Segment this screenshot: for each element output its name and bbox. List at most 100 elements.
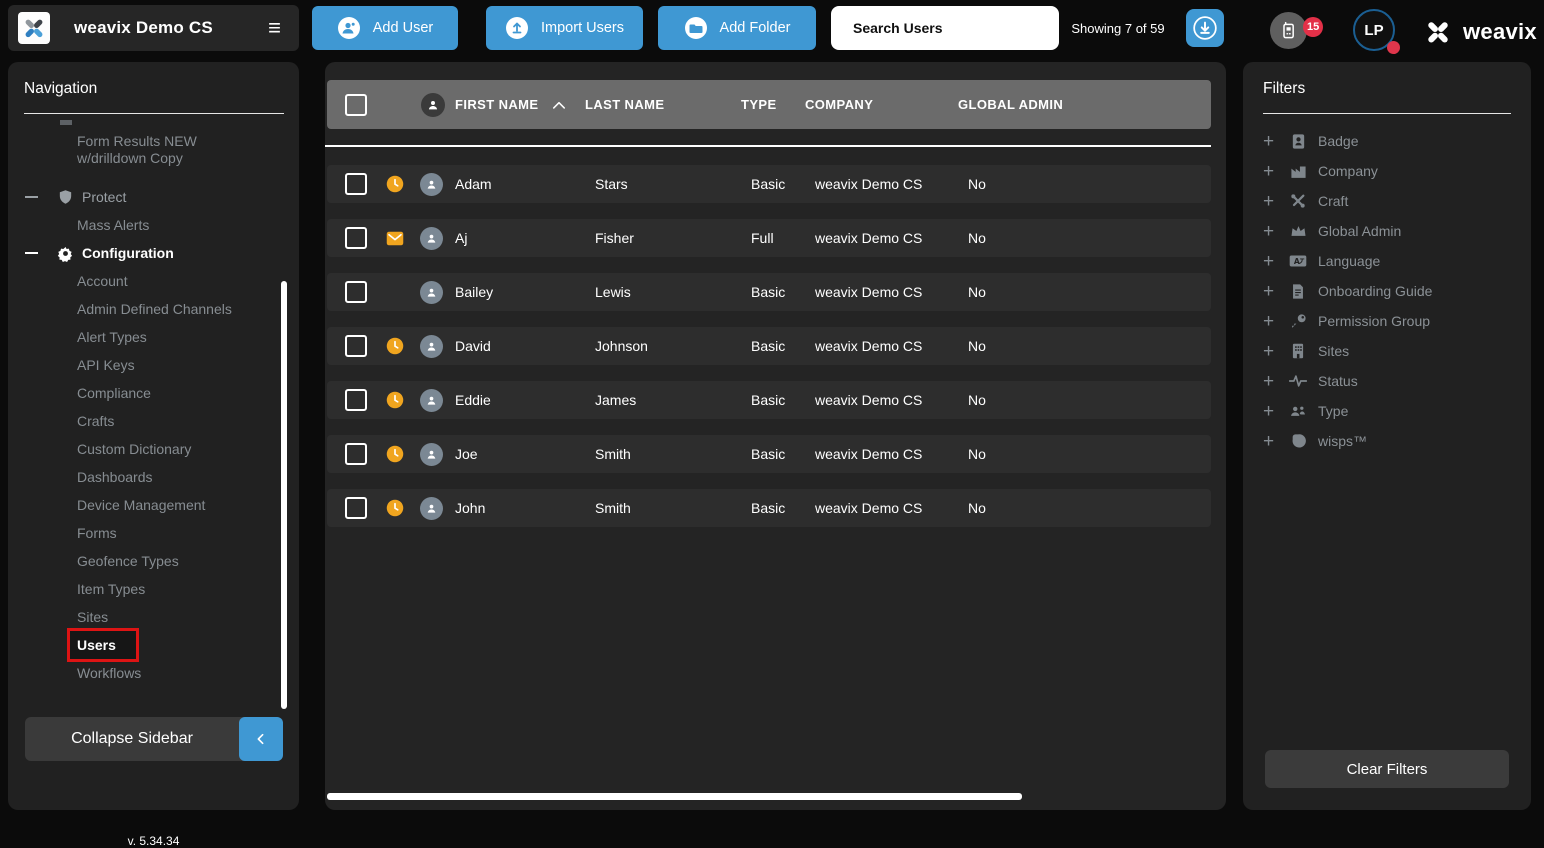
- collapse-sidebar-button[interactable]: Collapse Sidebar: [25, 717, 283, 761]
- cell-type: Basic: [751, 338, 815, 354]
- download-button[interactable]: [1186, 9, 1224, 47]
- svg-text:A: A: [1294, 257, 1300, 266]
- cell-global-admin: No: [968, 392, 1211, 408]
- table-row[interactable]: Adam Stars Basic weavix Demo CS No: [327, 165, 1211, 203]
- plus-icon[interactable]: +: [1263, 372, 1279, 391]
- nav-item-compliance[interactable]: Compliance: [8, 379, 289, 407]
- search-input[interactable]: [853, 20, 1049, 36]
- nav-item-crafts[interactable]: Crafts: [8, 407, 289, 435]
- filter-label: Sites: [1318, 343, 1349, 359]
- row-checkbox[interactable]: [345, 389, 367, 411]
- column-header-last-name[interactable]: LAST NAME: [585, 97, 741, 112]
- filter-global-admin[interactable]: + Global Admin: [1243, 216, 1531, 246]
- filter-permission-group[interactable]: + Permission Group: [1243, 306, 1531, 336]
- nav-item-alert-types[interactable]: Alert Types: [8, 323, 289, 351]
- avatar: [420, 497, 443, 520]
- column-header-company[interactable]: COMPANY: [805, 97, 958, 112]
- filter-sites[interactable]: + Sites: [1243, 336, 1531, 366]
- filter-status[interactable]: + Status: [1243, 366, 1531, 396]
- cell-global-admin: No: [968, 284, 1211, 300]
- table-row[interactable]: Joe Smith Basic weavix Demo CS No: [327, 435, 1211, 473]
- add-user-button[interactable]: Add User: [312, 6, 458, 50]
- plus-icon[interactable]: +: [1263, 192, 1279, 211]
- nav-item-dashboards[interactable]: Dashboards: [8, 463, 289, 491]
- version-label: v. 5.34.34: [8, 834, 299, 848]
- pulse-icon: [1289, 374, 1307, 388]
- plus-icon[interactable]: +: [1263, 282, 1279, 301]
- nav-item-forms[interactable]: Forms: [8, 519, 289, 547]
- row-checkbox[interactable]: [345, 173, 367, 195]
- nav-item-account[interactable]: Account: [8, 267, 289, 295]
- nav-item-form-results[interactable]: Form Results NEW w/drilldown Copy: [8, 131, 238, 167]
- filter-badge[interactable]: + Badge: [1243, 126, 1531, 156]
- navigation-title: Navigation: [24, 80, 97, 98]
- plus-icon[interactable]: +: [1263, 252, 1279, 271]
- filter-language[interactable]: + A Language: [1243, 246, 1531, 276]
- nav-group-protect[interactable]: Protect: [8, 183, 289, 211]
- row-checkbox[interactable]: [345, 443, 367, 465]
- cell-company: weavix Demo CS: [815, 500, 968, 516]
- sort-asc-icon[interactable]: [552, 100, 566, 110]
- select-all-checkbox[interactable]: [345, 94, 367, 116]
- row-checkbox[interactable]: [345, 335, 367, 357]
- column-header-first-name[interactable]: FIRST NAME: [455, 97, 538, 112]
- column-header-type[interactable]: TYPE: [741, 97, 805, 112]
- cell-first-name: Aj: [455, 230, 595, 246]
- filter-onboarding-guide[interactable]: + Onboarding Guide: [1243, 276, 1531, 306]
- menu-icon[interactable]: ≡: [268, 17, 281, 39]
- plus-icon[interactable]: +: [1263, 312, 1279, 331]
- plus-icon[interactable]: +: [1263, 132, 1279, 151]
- row-checkbox[interactable]: [345, 227, 367, 249]
- cell-first-name: Joe: [455, 446, 595, 462]
- filter-wisps[interactable]: + wisps™: [1243, 426, 1531, 456]
- plus-icon[interactable]: +: [1263, 222, 1279, 241]
- nav-item-api-keys[interactable]: API Keys: [8, 351, 289, 379]
- cell-last-name: Smith: [595, 500, 751, 516]
- shield-icon: [57, 188, 74, 206]
- nav-item-users[interactable]: Users: [8, 631, 289, 659]
- table-row[interactable]: John Smith Basic weavix Demo CS No: [327, 489, 1211, 527]
- table-row[interactable]: Aj Fisher Full weavix Demo CS No: [327, 219, 1211, 257]
- collapse-dash-icon[interactable]: [25, 252, 38, 254]
- filter-type[interactable]: + Type: [1243, 396, 1531, 426]
- plus-icon[interactable]: +: [1263, 342, 1279, 361]
- filter-label: wisps™: [1318, 433, 1367, 449]
- nav-group-label: Configuration: [82, 245, 174, 261]
- users-highlight-box[interactable]: Users: [67, 628, 139, 662]
- nav-item-sites[interactable]: Sites: [8, 603, 289, 631]
- filter-craft[interactable]: + Craft: [1243, 186, 1531, 216]
- sidebar-scrollbar[interactable]: [281, 281, 287, 709]
- nav-item-geofence-types[interactable]: Geofence Types: [8, 547, 289, 575]
- table-row[interactable]: Bailey Lewis Basic weavix Demo CS No: [327, 273, 1211, 311]
- avatar: [420, 389, 443, 412]
- row-checkbox[interactable]: [345, 497, 367, 519]
- cell-type: Basic: [751, 446, 815, 462]
- nav-item-item-types[interactable]: Item Types: [8, 575, 289, 603]
- plus-icon[interactable]: +: [1263, 432, 1279, 451]
- nav-item-custom-dictionary[interactable]: Custom Dictionary: [8, 435, 289, 463]
- collapse-dash-icon[interactable]: [25, 196, 38, 198]
- guide-icon: [1289, 283, 1307, 300]
- clock-status-icon: [386, 445, 404, 463]
- plus-icon[interactable]: +: [1263, 162, 1279, 181]
- device-button[interactable]: [1270, 12, 1307, 49]
- nav-item-mass-alerts[interactable]: Mass Alerts: [8, 211, 289, 239]
- nav-group-configuration[interactable]: Configuration: [8, 239, 289, 267]
- plus-icon[interactable]: +: [1263, 402, 1279, 421]
- clock-status-icon: [386, 499, 404, 517]
- nav-item-workflows[interactable]: Workflows: [8, 659, 289, 687]
- clear-filters-button[interactable]: Clear Filters: [1265, 750, 1509, 788]
- cell-global-admin: No: [968, 446, 1211, 462]
- weavix-logo-icon: [21, 15, 47, 41]
- import-users-button[interactable]: Import Users: [486, 6, 643, 50]
- horizontal-scrollbar[interactable]: [327, 793, 1022, 800]
- nav-item-device-management[interactable]: Device Management: [8, 491, 289, 519]
- add-folder-button[interactable]: Add Folder: [658, 6, 816, 50]
- table-row[interactable]: David Johnson Basic weavix Demo CS No: [327, 327, 1211, 365]
- table-row[interactable]: Eddie James Basic weavix Demo CS No: [327, 381, 1211, 419]
- column-header-global-admin[interactable]: GLOBAL ADMIN: [958, 97, 1211, 112]
- wisp-icon: [1289, 433, 1307, 449]
- row-checkbox[interactable]: [345, 281, 367, 303]
- filter-company[interactable]: + Company: [1243, 156, 1531, 186]
- nav-item-admin-defined-channels[interactable]: Admin Defined Channels: [8, 295, 289, 323]
